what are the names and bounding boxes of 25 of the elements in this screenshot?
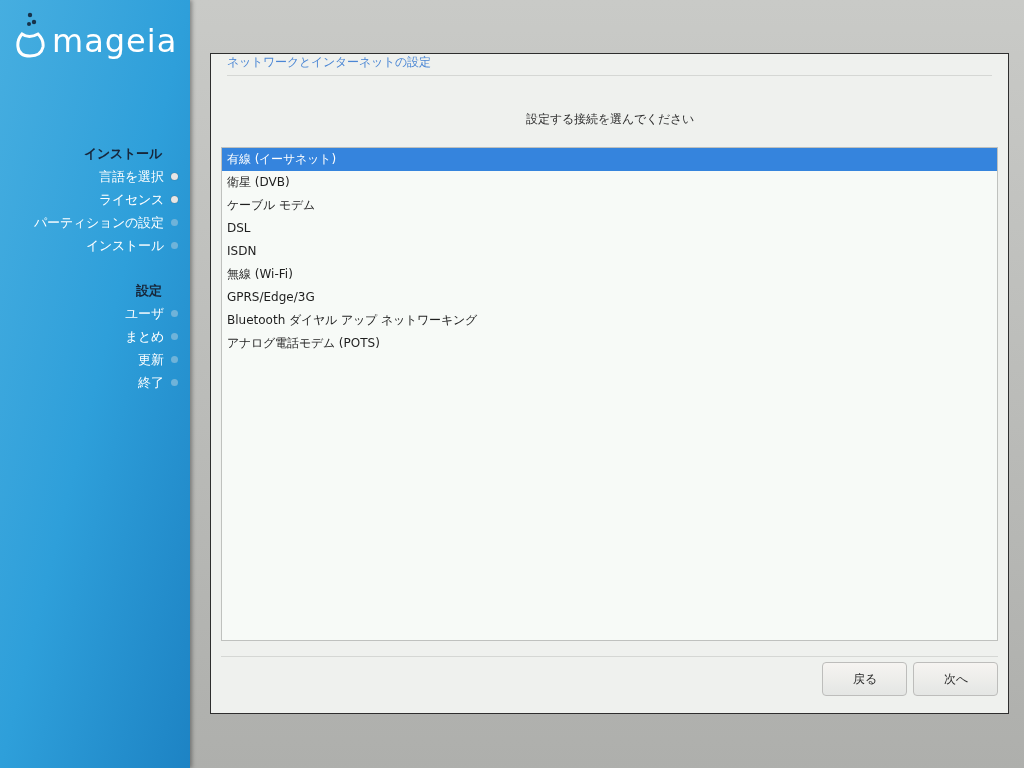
dialog-title: ネットワークとインターネットの設定 bbox=[227, 55, 432, 69]
list-item[interactable]: ケーブル モデム bbox=[222, 194, 997, 217]
list-item[interactable]: 衛星 (DVB) bbox=[222, 171, 997, 194]
step-label: 更新 bbox=[138, 351, 164, 369]
step-label: 言語を選択 bbox=[99, 168, 164, 186]
list-item[interactable]: アナログ電話モデム (POTS) bbox=[222, 332, 997, 355]
list-item[interactable]: 無線 (Wi-Fi) bbox=[222, 263, 997, 286]
step-label: ユーザ bbox=[125, 305, 164, 323]
list-item[interactable]: ISDN bbox=[222, 240, 997, 263]
step-label: ライセンス bbox=[99, 191, 164, 209]
back-button[interactable]: 戻る bbox=[822, 662, 907, 696]
logo-text: mageia bbox=[52, 24, 178, 58]
flask-logo-icon bbox=[16, 12, 46, 58]
list-item[interactable]: Bluetooth ダイヤル アップ ネットワーキング bbox=[222, 309, 997, 332]
section-heading: 設定 bbox=[136, 282, 162, 300]
step-label: インストール bbox=[86, 237, 164, 255]
step-label: パーティションの設定 bbox=[34, 214, 164, 232]
step-label: まとめ bbox=[125, 328, 164, 346]
list-item[interactable]: 有線 (イーサネット) bbox=[222, 148, 997, 171]
prompt-text: 設定する接続を選んでください bbox=[525, 112, 694, 126]
step-label: 終了 bbox=[138, 374, 164, 392]
section-heading: インストール bbox=[84, 145, 162, 163]
next-button[interactable]: 次へ bbox=[913, 662, 998, 696]
list-item[interactable]: DSL bbox=[222, 217, 997, 240]
list-item[interactable]: GPRS/Edge/3G bbox=[222, 286, 997, 309]
